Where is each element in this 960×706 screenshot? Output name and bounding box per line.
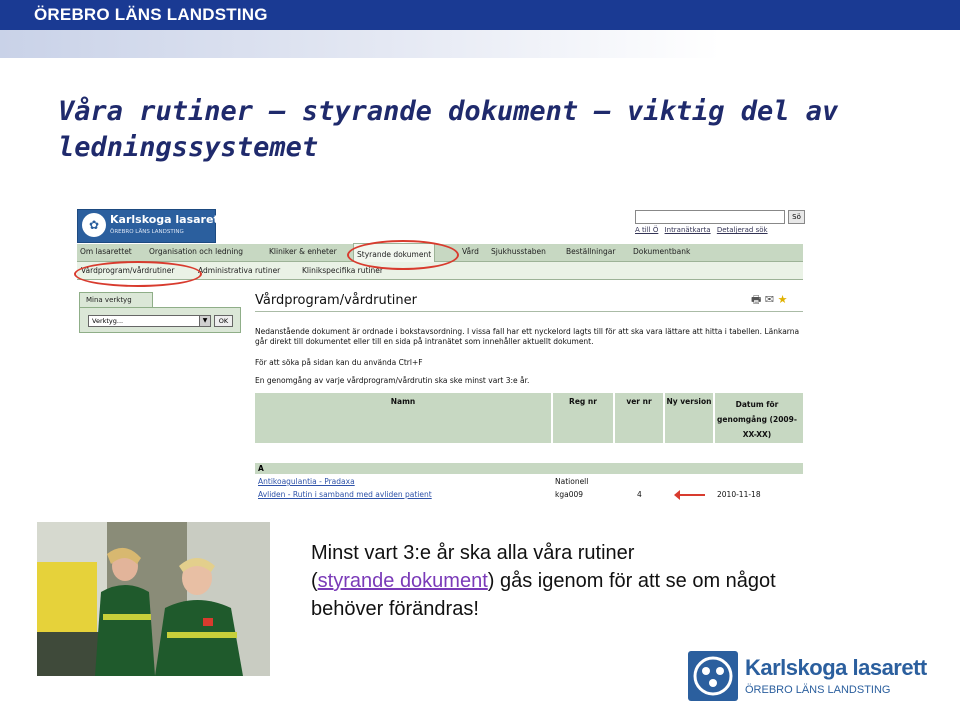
subnav-administrativa[interactable]: Administrativa rutiner <box>198 266 280 275</box>
tools-select[interactable]: Verktyg... ▼ <box>88 315 211 327</box>
highlight-oval-styrande <box>347 240 459 270</box>
caption-line-2: (styrande dokument) gås igenom för att s… <box>311 567 911 595</box>
site-logo-sub: ÖREBRO LÄNS LANDSTING <box>110 229 184 235</box>
link-a-till-o[interactable]: A till Ö <box>635 226 658 234</box>
brand-banner-text: ÖREBRO LÄNS LANDSTING <box>34 5 268 24</box>
site-top-links: A till Ö Intranätkarta Detaljerad sök <box>635 226 772 234</box>
nav-vard[interactable]: Vård <box>462 247 479 256</box>
table-header: Namn Reg nr ver nr Ny version Datum för … <box>255 393 803 443</box>
page-heading: Vårdprogram/vårdrutiner <box>255 293 417 308</box>
col-namn: Namn <box>390 397 416 406</box>
col-ver-nr: ver nr <box>626 397 652 406</box>
col-datum: Datum för genomgång (2009-XX-XX) <box>717 400 797 439</box>
link-intranatkarta[interactable]: Intranätkarta <box>665 226 711 234</box>
site-header: ✿ Karlskoga lasarett ÖREBRO LÄNS LANDSTI… <box>77 207 805 243</box>
nav-kliniker[interactable]: Kliniker & enheter <box>269 247 337 256</box>
highlight-oval-vardprogram <box>74 261 202 287</box>
intranet-screenshot: ✿ Karlskoga lasarett ÖREBRO LÄNS LANDSTI… <box>74 207 805 507</box>
site-search-input[interactable] <box>635 210 785 224</box>
caption-line-3: behöver förändras! <box>311 598 479 620</box>
styrande-dokument-link[interactable]: styrande dokument <box>318 570 488 592</box>
caption-paren: ( <box>311 570 318 592</box>
nav-organisation[interactable]: Organisation och ledning <box>149 247 243 256</box>
section-letter: A <box>255 463 803 474</box>
site-logo-name: Karlskoga lasarett <box>110 213 224 226</box>
hospital-emblem-icon <box>688 651 738 701</box>
footer-logo: Karlskoga lasarett ÖREBRO LÄNS LANDSTING <box>688 651 927 701</box>
reg-nr: kga009 <box>555 490 584 499</box>
document-link[interactable]: Avliden - Rutin i samband med avliden pa… <box>258 489 432 501</box>
nav-sjukhusstaben[interactable]: Sjukhusstaben <box>491 247 546 256</box>
col-reg-nr: Reg nr <box>569 397 597 406</box>
chevron-down-icon[interactable]: ▼ <box>199 316 210 326</box>
footer-logo-name: Karlskoga lasarett <box>745 655 927 680</box>
caption-text: Minst vart 3:e år ska alla våra rutiner … <box>311 539 911 623</box>
tools-panel: Verktyg... ▼ OK <box>79 307 241 333</box>
nav-dokumentbank[interactable]: Dokumentbank <box>633 247 690 256</box>
tools-ok-button[interactable]: OK <box>214 315 233 327</box>
brand-banner: ÖREBRO LÄNS LANDSTING <box>0 0 960 30</box>
nav-om-lasarettet[interactable]: Om lasarettet <box>80 247 132 256</box>
nav-bestallningar[interactable]: Beställningar <box>566 247 615 256</box>
intro-text: Nedanstående dokument är ordnade i bokst… <box>255 327 800 346</box>
site-logo[interactable]: ✿ Karlskoga lasarett ÖREBRO LÄNS LANDSTI… <box>77 209 224 243</box>
search-hint: För att söka på sidan kan du använda Ctr… <box>255 358 423 367</box>
review-date: 2010-11-18 <box>717 490 761 499</box>
red-arrow-icon <box>674 490 705 500</box>
page-actions: 🖶 ✉ ★ <box>751 291 787 310</box>
caption-line-1: Minst vart 3:e år ska alla våra rutiner <box>311 542 635 564</box>
reg-nr: Nationell <box>555 477 589 486</box>
tools-tab[interactable]: Mina verktyg <box>79 292 153 308</box>
document-link[interactable]: Antikoagulantia - Pradaxa <box>258 476 355 488</box>
footer-logo-sub: ÖREBRO LÄNS LANDSTING <box>745 684 891 696</box>
print-icon[interactable]: 🖶 <box>751 293 761 306</box>
ver-nr: 4 <box>637 490 642 499</box>
review-note: En genomgång av varje vårdprogram/vårdru… <box>255 376 530 385</box>
slide-title: Våra rutiner – styrande dokument – vikti… <box>58 96 839 163</box>
table-row: Antikoagulantia - Pradaxa Nationell <box>255 476 803 488</box>
star-icon[interactable]: ★ <box>778 293 788 306</box>
mail-icon[interactable]: ✉ <box>765 293 774 306</box>
link-detaljerad-sok[interactable]: Detaljerad sök <box>717 226 768 234</box>
hospital-logo-icon: ✿ <box>82 213 106 237</box>
tools-select-value: Verktyg... <box>92 317 124 325</box>
site-search-button[interactable]: Sö <box>788 210 805 224</box>
table-row: Avliden - Rutin i samband med avliden pa… <box>255 489 803 501</box>
col-ny-version: Ny version <box>666 397 712 406</box>
paramedics-photo <box>37 522 270 676</box>
banner-gradient <box>0 30 960 58</box>
divider <box>255 311 803 312</box>
caption-rest: ) gås igenom för att se om något <box>487 570 776 592</box>
